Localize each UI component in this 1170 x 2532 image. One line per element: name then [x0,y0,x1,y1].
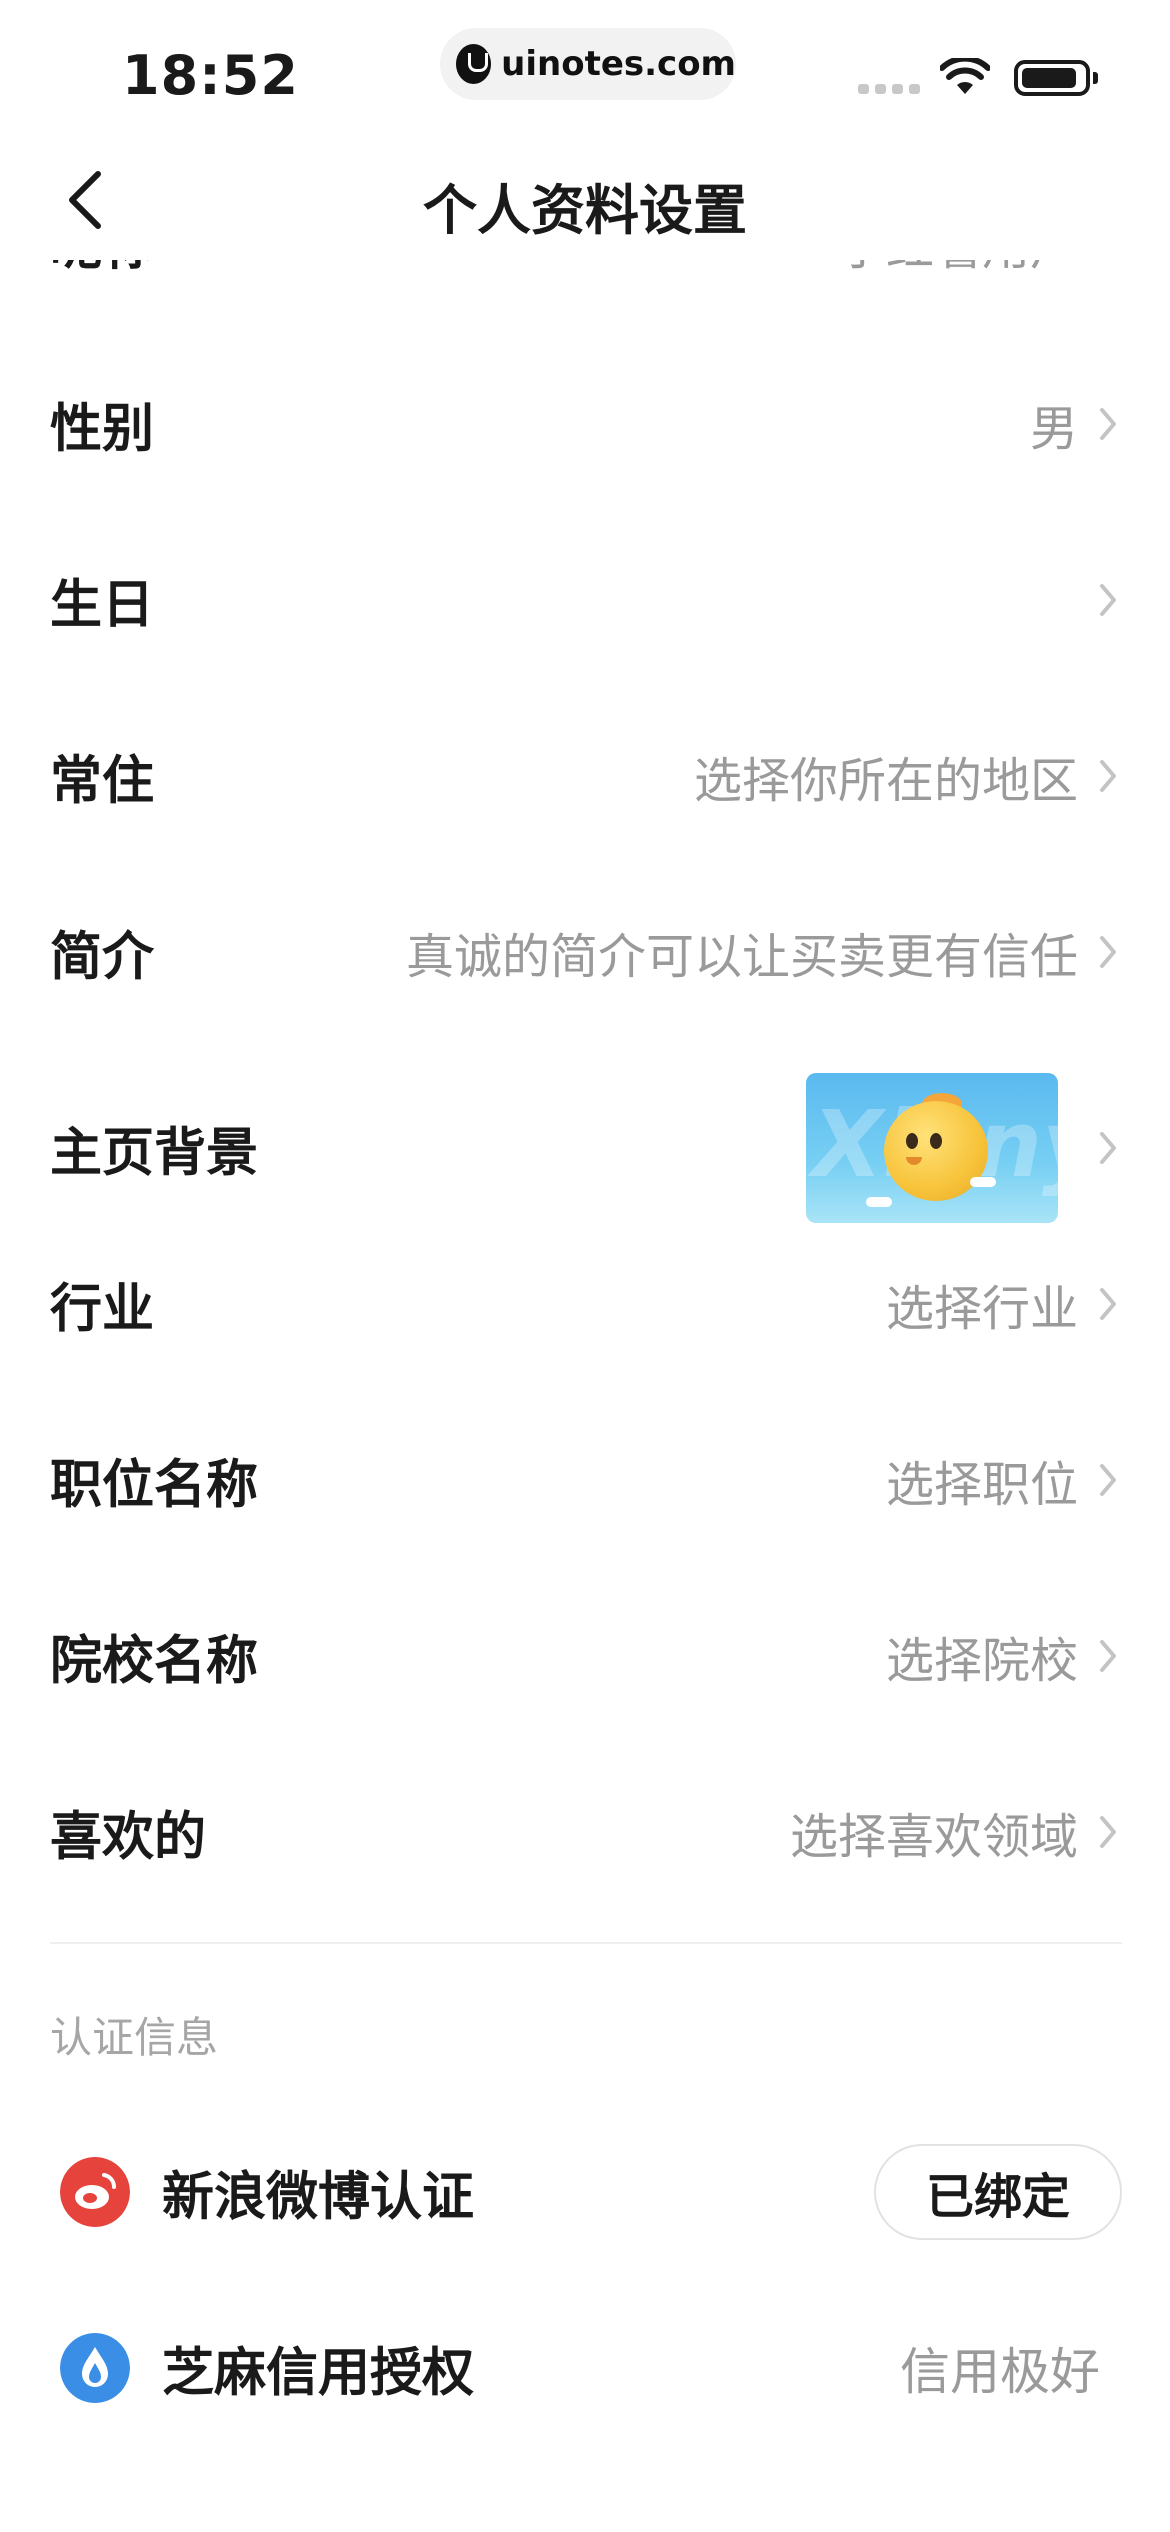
battery-icon [1014,60,1098,96]
chevron-right-icon [1100,936,1116,968]
chevron-right-icon [1100,1816,1116,1848]
zhima-credit-value: 信用极好 [900,2343,1100,2401]
row-value: 男 [1029,401,1078,457]
list-row-bio[interactable]: 简介 真诚的简介可以让买卖更有信任 [50,892,1122,1012]
weibo-icon [60,2157,130,2227]
list-row-homepage-background[interactable]: 主页背景 Xianyu [50,1068,1122,1228]
chevron-right-icon [1100,1464,1116,1496]
row-label: 职位名称 [50,1455,259,1516]
row-label: 院校名称 [50,1631,259,1692]
row-value: 真诚的简介可以让买卖更有信任 [405,929,1078,985]
cellular-signal-icon [858,84,920,94]
chevron-right-icon [1100,1132,1116,1164]
status-time: 18:52 [122,44,299,107]
row-label: 性别 [50,399,155,460]
section-divider [50,1942,1122,1944]
list-row-job-title[interactable]: 职位名称 选择职位 [50,1420,1122,1540]
site-logo-icon [456,44,492,84]
row-label: 喜欢的 [50,1807,207,1868]
row-label: 主页背景 [50,1123,259,1184]
list-row-gender[interactable]: 性别 男 [50,364,1122,484]
status-bar: 18:52 uinotes.com [0,0,1170,140]
weibo-bound-button[interactable]: 已绑定 [874,2144,1122,2240]
background-thumbnail[interactable]: Xianyu [806,1073,1058,1223]
page-title: 个人资料设置 [423,179,747,242]
row-label: 常住 [50,751,155,812]
row-value: 选择院校 [885,1633,1078,1689]
list-row-residence[interactable]: 常住 选择你所在的地区 [50,716,1122,836]
zhima-icon [60,2333,130,2403]
row-value: 选择行业 [885,1281,1078,1337]
list-row-industry[interactable]: 行业 选择行业 [50,1244,1122,1364]
list-row-birthday[interactable]: 生日 [50,540,1122,660]
row-label: 简介 [50,927,155,988]
chevron-right-icon [1100,1288,1116,1320]
nav-bar: 个人资料设置 [0,140,1170,260]
row-value: 选择职位 [885,1457,1078,1513]
row-label: 行业 [50,1279,155,1340]
url-pill[interactable]: uinotes.com [440,28,736,100]
section-title-verification: 认证信息 [50,2013,219,2062]
zhima-auth-label: 芝麻信用授权 [162,2343,475,2404]
auth-row-weibo[interactable]: 新浪微博认证 已绑定 [50,2132,1122,2252]
row-value: 选择喜欢领域 [789,1809,1078,1865]
weibo-auth-label: 新浪微博认证 [162,2167,475,2228]
auth-row-zhima[interactable]: 芝麻信用授权 信用极好 [50,2308,1122,2428]
chevron-right-icon [1100,760,1116,792]
chevron-right-icon [1100,584,1116,616]
row-value: 选择你所在的地区 [693,753,1078,809]
chevron-right-icon [1100,408,1116,440]
row-label: 生日 [50,575,155,636]
wifi-icon [940,58,990,94]
list-row-school[interactable]: 院校名称 选择院校 [50,1596,1122,1716]
list-row-interests[interactable]: 喜欢的 选择喜欢领域 [50,1772,1122,1892]
chevron-right-icon [1100,1640,1116,1672]
url-text: uinotes.com [501,44,736,84]
